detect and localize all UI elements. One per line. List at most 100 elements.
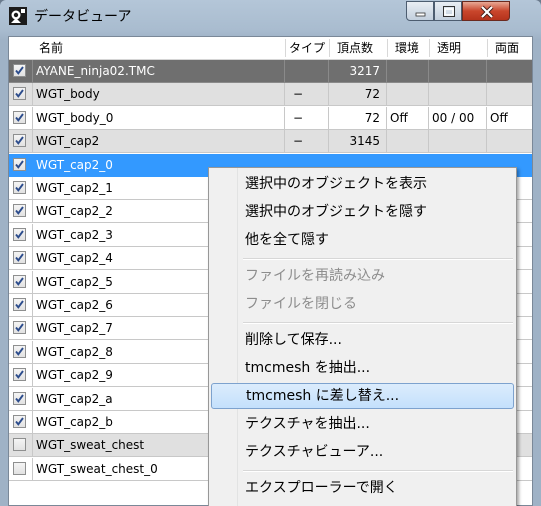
- visibility-cell: [9, 247, 33, 270]
- column-divider[interactable]: [285, 39, 286, 57]
- menu-item[interactable]: tmcmesh を抽出...: [211, 355, 514, 381]
- visibility-checkbox[interactable]: [13, 228, 26, 241]
- table-row[interactable]: WGT_body_0−72 Off 00 / 00 Off: [9, 107, 532, 130]
- visibility-cell: [9, 411, 33, 434]
- column-divider[interactable]: [387, 39, 388, 57]
- menu-item[interactable]: 選択中のオブジェクトを表示: [211, 171, 514, 197]
- double-sided-cell: [487, 83, 532, 106]
- checkmark-icon: [15, 230, 24, 239]
- checkmark-icon: [15, 136, 24, 145]
- visibility-cell: [9, 458, 33, 481]
- column-header-vertices[interactable]: 頂点数: [337, 37, 373, 59]
- checkmark-icon: [15, 347, 24, 356]
- checkmark-icon: [15, 160, 24, 169]
- vertex-count-cell: 72: [329, 83, 387, 106]
- menu-item[interactable]: ファイルを再読み込み: [211, 263, 514, 289]
- checkmark-icon: [15, 113, 24, 122]
- column-header-name[interactable]: 名前: [39, 37, 63, 59]
- menu-separator: [243, 470, 513, 472]
- table-row[interactable]: WGT_cap2−3145: [9, 130, 532, 153]
- column-header-double-sided[interactable]: 両面: [495, 37, 519, 59]
- minimize-button[interactable]: [406, 1, 434, 21]
- transparency-cell: [429, 60, 487, 83]
- checkmark-icon: [15, 183, 24, 192]
- checkmark-icon: [15, 394, 24, 403]
- checkmark-icon: [15, 277, 24, 286]
- visibility-checkbox[interactable]: [13, 158, 26, 171]
- visibility-cell: [9, 341, 33, 364]
- visibility-checkbox[interactable]: [13, 321, 26, 334]
- visibility-checkbox[interactable]: [13, 251, 26, 264]
- double-sided-cell: [487, 60, 532, 83]
- type-cell: −: [285, 130, 329, 153]
- menu-item[interactable]: 削除して保存...: [211, 327, 514, 353]
- column-header-transparency[interactable]: 透明: [437, 37, 461, 59]
- table-row[interactable]: AYANE_ninja02.TMC 3217: [9, 60, 532, 83]
- checkmark-icon: [15, 66, 24, 75]
- visibility-cell: [9, 317, 33, 340]
- menu-item[interactable]: エクスプローラーで開く: [211, 475, 514, 501]
- object-name-cell: WGT_cap2: [33, 130, 285, 153]
- close-icon: [480, 5, 494, 19]
- visibility-checkbox[interactable]: [13, 204, 26, 217]
- visibility-checkbox[interactable]: [13, 415, 26, 428]
- visibility-checkbox[interactable]: [13, 368, 26, 381]
- checkmark-icon: [15, 300, 24, 309]
- column-divider[interactable]: [487, 39, 488, 57]
- app-icon[interactable]: [8, 6, 28, 26]
- visibility-cell: [9, 154, 33, 177]
- visibility-checkbox[interactable]: [13, 462, 26, 475]
- maximize-button[interactable]: [434, 1, 462, 21]
- double-sided-cell: [487, 130, 532, 153]
- visibility-checkbox[interactable]: [13, 275, 26, 288]
- title-bar[interactable]: データビューア: [0, 0, 541, 34]
- visibility-checkbox[interactable]: [13, 392, 26, 405]
- checkmark-icon: [15, 370, 24, 379]
- environment-cell: [387, 130, 429, 153]
- menu-item[interactable]: tmcmesh に差し替え...: [211, 383, 514, 409]
- double-sided-cell: Off: [487, 107, 532, 130]
- visibility-cell: [9, 60, 33, 83]
- environment-cell: [387, 60, 429, 83]
- environment-cell: [387, 83, 429, 106]
- visibility-checkbox[interactable]: [13, 87, 26, 100]
- list-header: 名前 タイプ 頂点数 環境 透明 両面: [9, 37, 532, 60]
- visibility-cell: [9, 177, 33, 200]
- vertex-count-cell: 72: [329, 107, 387, 130]
- object-name-cell: WGT_body: [33, 83, 285, 106]
- menu-item[interactable]: テクスチャビューア...: [211, 439, 514, 465]
- column-divider[interactable]: [429, 39, 430, 57]
- menu-item[interactable]: 選択中のオブジェクトを隠す: [211, 199, 514, 225]
- visibility-checkbox[interactable]: [13, 111, 26, 124]
- object-name-cell: AYANE_ninja02.TMC: [33, 60, 285, 83]
- visibility-cell: [9, 200, 33, 223]
- visibility-cell: [9, 224, 33, 247]
- close-button[interactable]: [462, 1, 510, 21]
- visibility-cell: [9, 107, 33, 130]
- menu-item[interactable]: ファイルを閉じる: [211, 291, 514, 317]
- menu-item[interactable]: テクスチャを抽出...: [211, 411, 514, 437]
- window-title: データビューア: [34, 9, 132, 25]
- transparency-cell: [429, 83, 487, 106]
- table-row[interactable]: WGT_body −72: [9, 83, 532, 106]
- menu-item[interactable]: 他を全て隠す: [211, 227, 514, 253]
- visibility-cell: [9, 364, 33, 387]
- visibility-checkbox[interactable]: [13, 438, 26, 451]
- visibility-cell: [9, 271, 33, 294]
- visibility-checkbox[interactable]: [13, 134, 26, 147]
- menu-separator: [243, 258, 513, 260]
- visibility-checkbox[interactable]: [13, 345, 26, 358]
- visibility-checkbox[interactable]: [13, 298, 26, 311]
- visibility-cell: [9, 130, 33, 153]
- checkmark-icon: [15, 206, 24, 215]
- transparency-cell: [429, 130, 487, 153]
- data-viewer-window: データビューア 名前 タイプ 頂点数 環境 透明 両面 AYANE_ninja0…: [0, 0, 541, 506]
- column-divider[interactable]: [329, 39, 330, 57]
- column-header-type[interactable]: タイプ: [289, 37, 325, 59]
- visibility-checkbox[interactable]: [13, 64, 26, 77]
- visibility-checkbox[interactable]: [13, 181, 26, 194]
- context-menu: 選択中のオブジェクトを表示 選択中のオブジェクトを隠す 他を全て隠す ファイルを再読み…: [208, 167, 517, 506]
- checkmark-icon: [15, 323, 24, 332]
- column-header-environment[interactable]: 環境: [395, 37, 419, 59]
- visibility-cell: [9, 434, 33, 457]
